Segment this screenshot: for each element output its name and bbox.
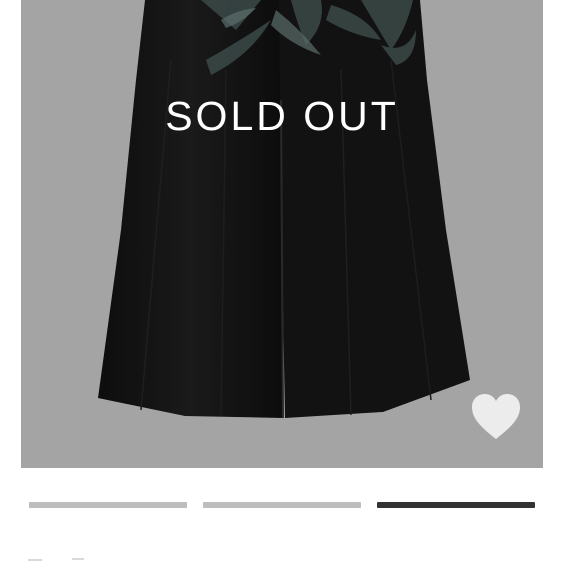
sold-out-label: SOLD OUT bbox=[165, 93, 399, 139]
cropped-text-fragment bbox=[28, 552, 88, 561]
wishlist-button[interactable] bbox=[470, 393, 522, 443]
carousel-indicator-3[interactable] bbox=[377, 502, 535, 508]
product-detail-page: SOLD OUT bbox=[0, 0, 561, 561]
carousel-indicator-1[interactable] bbox=[29, 502, 187, 508]
cropped-text-glyphs bbox=[28, 558, 84, 561]
heart-icon bbox=[472, 394, 520, 439]
carousel-pagination bbox=[0, 502, 561, 508]
carousel-indicator-2[interactable] bbox=[203, 502, 361, 508]
wide-leg-pants-illustration bbox=[98, 0, 470, 419]
product-image[interactable]: SOLD OUT bbox=[21, 0, 543, 468]
